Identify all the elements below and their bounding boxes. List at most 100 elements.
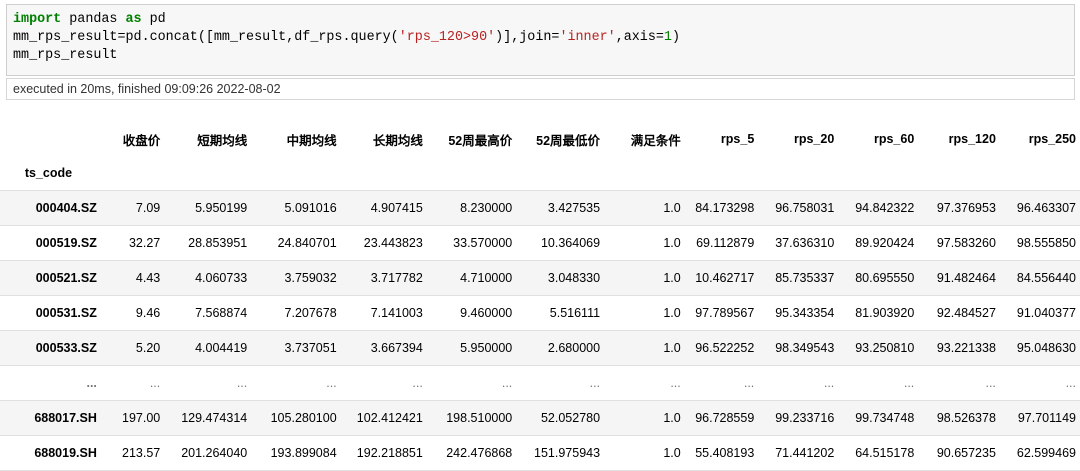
table-cell: 193.899084	[251, 435, 341, 471]
table-cell: 99.233716	[758, 400, 839, 436]
index-name-filler	[604, 156, 685, 191]
table-row: .......................................	[0, 365, 1080, 401]
column-header: rps_5	[720, 132, 755, 146]
table-row: 000519.SZ 32.27 28.853951 24.840701 23.44382…	[0, 225, 1080, 261]
table-cell: 93.221338	[918, 330, 1000, 366]
table-cell: ...	[999, 365, 1080, 401]
code-token: 'rps_120>90'	[398, 30, 496, 45]
table-cell: 32.27	[110, 225, 165, 261]
index-name-filler	[164, 156, 252, 191]
table-cell: 64.515178	[838, 435, 919, 471]
table-cell: 97.701149	[999, 400, 1080, 436]
table-cell: 7.207678	[251, 295, 341, 331]
table-cell: 96.758031	[758, 190, 839, 226]
row-index: ...	[0, 365, 111, 401]
table-cell: 97.376953	[918, 190, 1000, 226]
table-cell: 3.737051	[251, 330, 341, 366]
table-row: 688019.SH 213.57 201.264040 193.899084 192.2…	[0, 435, 1080, 471]
index-name-filler	[838, 156, 919, 191]
table-cell: 1.0	[604, 190, 685, 226]
code-token: 1	[663, 30, 672, 45]
table-cell: ...	[684, 365, 759, 401]
column-header: 满足条件	[630, 133, 681, 148]
table-cell: 96.463307	[999, 190, 1080, 226]
row-index: 688019.SH	[0, 435, 111, 471]
table-cell: 4.004419	[164, 330, 252, 366]
code-input-cell[interactable]: import pandas as pd mm_rps_result=pd.conc…	[6, 4, 1075, 76]
table-cell: 28.853951	[164, 225, 252, 261]
table-cell: ...	[426, 365, 517, 401]
table-cell: 1.0	[604, 295, 685, 331]
index-name-filler	[110, 156, 165, 191]
table-cell: 3.717782	[340, 260, 427, 296]
dataframe-table: 收盘价 短期均线 中期均线 长期均线 52周最高价 52周最低价 满足条件 rps_5 rps_…	[0, 122, 1080, 471]
code-token: )	[671, 30, 681, 45]
table-cell: 129.474314	[164, 400, 252, 436]
table-cell: 37.636310	[758, 225, 839, 261]
column-header: 中期均线	[286, 133, 337, 148]
table-cell: 4.43	[110, 260, 165, 296]
table-cell: 84.173298	[684, 190, 759, 226]
table-cell: 198.510000	[426, 400, 517, 436]
table-cell: 98.555850	[999, 225, 1080, 261]
table-cell: 105.280100	[251, 400, 341, 436]
table-cell: 5.950000	[426, 330, 517, 366]
column-header: 长期均线	[372, 133, 423, 148]
index-name-filler	[340, 156, 427, 191]
table-row: 000521.SZ 4.43 4.060733 3.759032 3.717782 4.7…	[0, 260, 1080, 296]
table-cell: 1.0	[604, 435, 685, 471]
table-cell: 7.141003	[340, 295, 427, 331]
column-header: rps_20	[793, 132, 835, 146]
table-cell: 4.907415	[340, 190, 427, 226]
code-token: as	[125, 12, 142, 27]
code-token: mm_rps_result	[13, 48, 118, 63]
table-cell: 93.250810	[838, 330, 919, 366]
table-row: 000404.SZ 7.09 5.950199 5.091016 4.907415 8.2…	[0, 190, 1080, 226]
index-name: ts_code	[0, 156, 111, 191]
header-corner	[0, 122, 111, 156]
table-cell: 5.516111	[516, 295, 605, 331]
index-name-filler	[918, 156, 1000, 191]
table-cell: 4.710000	[426, 260, 517, 296]
column-header: 收盘价	[122, 133, 161, 148]
code-token: import	[13, 12, 62, 27]
table-cell: ...	[758, 365, 839, 401]
table-cell: ...	[164, 365, 252, 401]
table-cell: 23.443823	[340, 225, 427, 261]
table-cell: 242.476868	[426, 435, 517, 471]
table-cell: 24.840701	[251, 225, 341, 261]
table-cell: 98.349543	[758, 330, 839, 366]
column-header-row: 收盘价 短期均线 中期均线 长期均线 52周最高价 52周最低价 满足条件 rps_5 rps_…	[0, 122, 1080, 156]
table-cell: ...	[516, 365, 605, 401]
table-cell: ...	[838, 365, 919, 401]
row-index: 688017.SH	[0, 400, 111, 436]
table-cell: 3.048330	[516, 260, 605, 296]
index-name-filler	[684, 156, 759, 191]
table-cell: 84.556440	[999, 260, 1080, 296]
index-name-row: ts_code	[0, 156, 1080, 191]
table-cell: 99.734748	[838, 400, 919, 436]
table-cell: 3.667394	[340, 330, 427, 366]
table-cell: 97.789567	[684, 295, 759, 331]
table-cell: 95.343354	[758, 295, 839, 331]
table-cell: 55.408193	[684, 435, 759, 471]
index-name-filler	[758, 156, 839, 191]
table-cell: 10.462717	[684, 260, 759, 296]
code-line: import pandas as pd	[13, 11, 680, 29]
table-cell: 2.680000	[516, 330, 605, 366]
table-cell: 7.568874	[164, 295, 252, 331]
column-header: rps_250	[1028, 132, 1076, 146]
table-cell: 9.460000	[426, 295, 517, 331]
output-dataframe: 收盘价 短期均线 中期均线 长期均线 52周最高价 52周最低价 满足条件 rps_5 rps_…	[0, 122, 1080, 471]
code-editor[interactable]: import pandas as pd mm_rps_result=pd.conc…	[13, 11, 680, 65]
execution-status-bar: executed in 20ms, finished 09:09:26 2022…	[6, 78, 1075, 100]
table-cell: 96.728559	[684, 400, 759, 436]
table-cell: ...	[918, 365, 1000, 401]
index-name-filler	[426, 156, 517, 191]
table-cell: 97.583260	[918, 225, 1000, 261]
table-cell: 9.46	[110, 295, 165, 331]
table-cell: 69.112879	[684, 225, 759, 261]
table-cell: 201.264040	[164, 435, 252, 471]
row-index: 000404.SZ	[0, 190, 111, 226]
table-cell: 62.599469	[999, 435, 1080, 471]
